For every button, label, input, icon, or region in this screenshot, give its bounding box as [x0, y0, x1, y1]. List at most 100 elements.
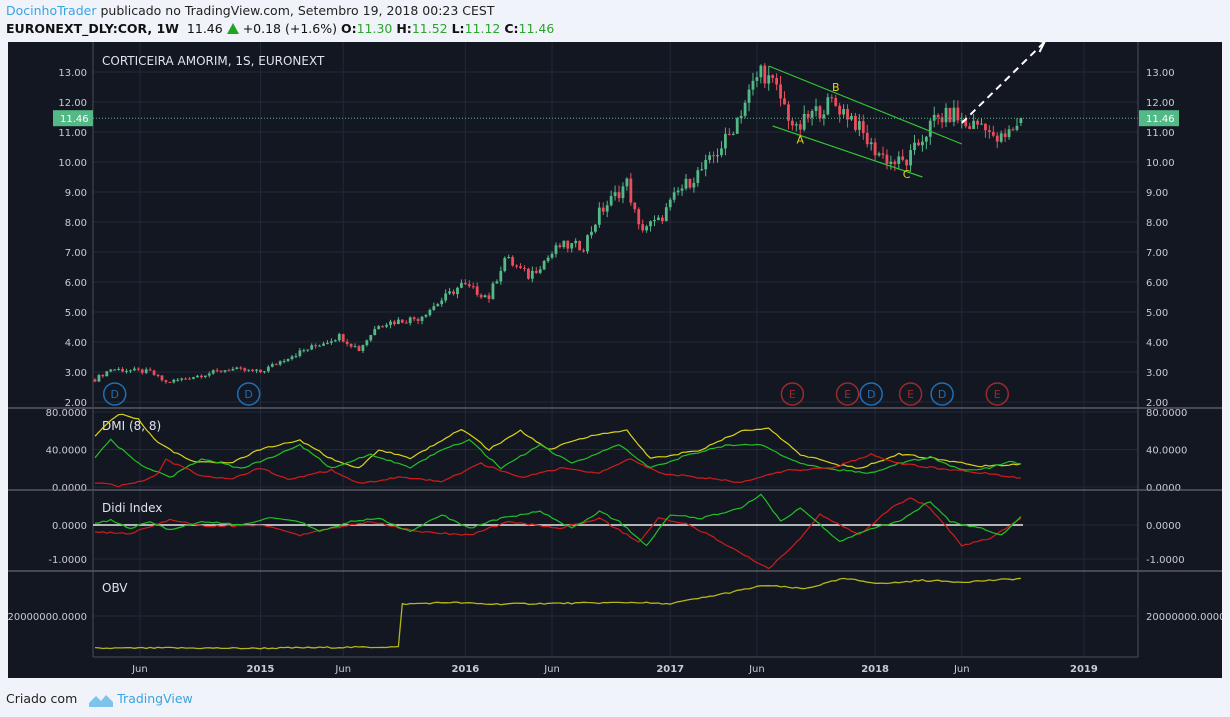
price-tick-right: 3.00 — [1146, 368, 1168, 379]
candle-body — [373, 329, 377, 336]
candle-body — [637, 209, 641, 225]
candle-body — [440, 300, 444, 305]
candle-body — [274, 364, 278, 366]
candle-body — [924, 136, 928, 142]
price-tick-left: 11.00 — [58, 128, 87, 139]
price-tick-left: 12.00 — [58, 98, 87, 109]
candle-body — [696, 170, 700, 183]
candle-body — [755, 77, 759, 81]
candle-body — [247, 369, 251, 371]
candle-body — [298, 350, 302, 356]
candle-body — [700, 169, 704, 171]
candle-body — [649, 221, 652, 227]
candle-body — [192, 377, 195, 379]
candle-body — [349, 343, 353, 347]
candle-body — [314, 345, 318, 347]
price-tick-right: 13.00 — [1146, 68, 1175, 79]
candle-body — [196, 375, 199, 378]
symbol: EURONEXT_DLY:COR, 1W — [6, 21, 179, 36]
candle-body — [341, 334, 345, 342]
candle-body — [511, 257, 515, 266]
candle-body — [337, 334, 341, 341]
candle-body — [136, 368, 140, 370]
price-tick-right: 4.00 — [1146, 338, 1168, 349]
candle-body — [893, 161, 897, 164]
candle-body — [586, 235, 589, 252]
candle — [542, 259, 546, 271]
candle-body — [160, 375, 164, 381]
candle-body — [660, 217, 664, 222]
candle-body — [294, 355, 298, 357]
tradingview-logo-icon — [89, 694, 114, 707]
candle — [586, 234, 589, 254]
candle-body — [779, 84, 782, 99]
candle-body — [633, 202, 637, 210]
candle-body — [101, 375, 105, 377]
published-text: publicado no TradingView.com, Setembro 1… — [100, 3, 495, 18]
indicator-tick-right: 80.0000 — [1146, 408, 1187, 419]
chart-canvas[interactable]: Jun 2015 Jun 2016 Jun 2017 Jun 2018 Jun 20192.00 2… — [8, 42, 1222, 678]
candle-body — [743, 102, 747, 116]
time-tick-label: 2017 — [656, 664, 684, 675]
candle-body — [117, 369, 121, 371]
candle — [948, 107, 952, 124]
high-value: 11.52 — [411, 21, 448, 36]
candle-body — [1003, 133, 1007, 138]
marker-label: D — [938, 388, 946, 401]
candle-body — [282, 360, 286, 362]
candle-body — [475, 286, 479, 295]
marker-label: D — [110, 388, 118, 401]
candle-body — [582, 250, 585, 252]
candle-body — [944, 107, 948, 123]
tradingview-link[interactable]: TradingView — [117, 691, 193, 706]
candle-body — [523, 267, 526, 269]
candle-body — [609, 196, 613, 206]
candle-body — [818, 106, 822, 119]
candle-body — [266, 366, 270, 372]
candle-body — [432, 306, 436, 310]
up-arrow-icon — [226, 23, 239, 34]
candle-body — [889, 161, 893, 164]
candle-body — [420, 316, 424, 321]
candle-body — [861, 121, 865, 133]
marker-label: D — [244, 388, 252, 401]
candle-body — [219, 370, 223, 372]
candle-body — [597, 207, 601, 225]
candle-body — [980, 123, 983, 125]
didi-title: Didi Index — [102, 501, 162, 515]
candle-body — [680, 188, 684, 191]
candle-body — [727, 133, 731, 135]
candle-body — [326, 342, 329, 344]
price-tick-left: 5.00 — [65, 308, 87, 319]
candle — [735, 116, 739, 135]
dmi-title: DMI (8, 8) — [102, 419, 161, 433]
candle-body — [952, 107, 956, 122]
candle-body — [396, 319, 400, 325]
candle-body — [286, 359, 290, 361]
indicator-tick-right: 20000000.0000 — [1146, 612, 1222, 623]
candle-body — [921, 141, 924, 146]
candle-body — [751, 80, 755, 90]
candle-body — [877, 153, 881, 156]
price-tick-left: 7.00 — [65, 248, 87, 259]
candle-body — [558, 245, 562, 248]
time-tick-label: 2018 — [861, 664, 889, 675]
candle-body — [897, 156, 901, 164]
candle-body — [416, 319, 420, 321]
candle-body — [830, 97, 834, 99]
candle-body — [310, 345, 314, 350]
candle-body — [251, 369, 254, 371]
candle-body — [113, 369, 117, 371]
candle-body — [810, 111, 814, 118]
price-tick-left: 10.00 — [58, 158, 87, 169]
time-tick-label: 2015 — [247, 664, 275, 675]
candle-body — [389, 321, 392, 325]
candle — [491, 281, 495, 300]
candle-body — [109, 369, 113, 372]
candle-body — [148, 369, 152, 371]
candle-body — [664, 207, 668, 222]
candle-body — [613, 192, 617, 197]
candle-body — [322, 343, 325, 346]
author-link[interactable]: DocinhoTrader — [6, 3, 96, 18]
candle-body — [263, 371, 266, 373]
